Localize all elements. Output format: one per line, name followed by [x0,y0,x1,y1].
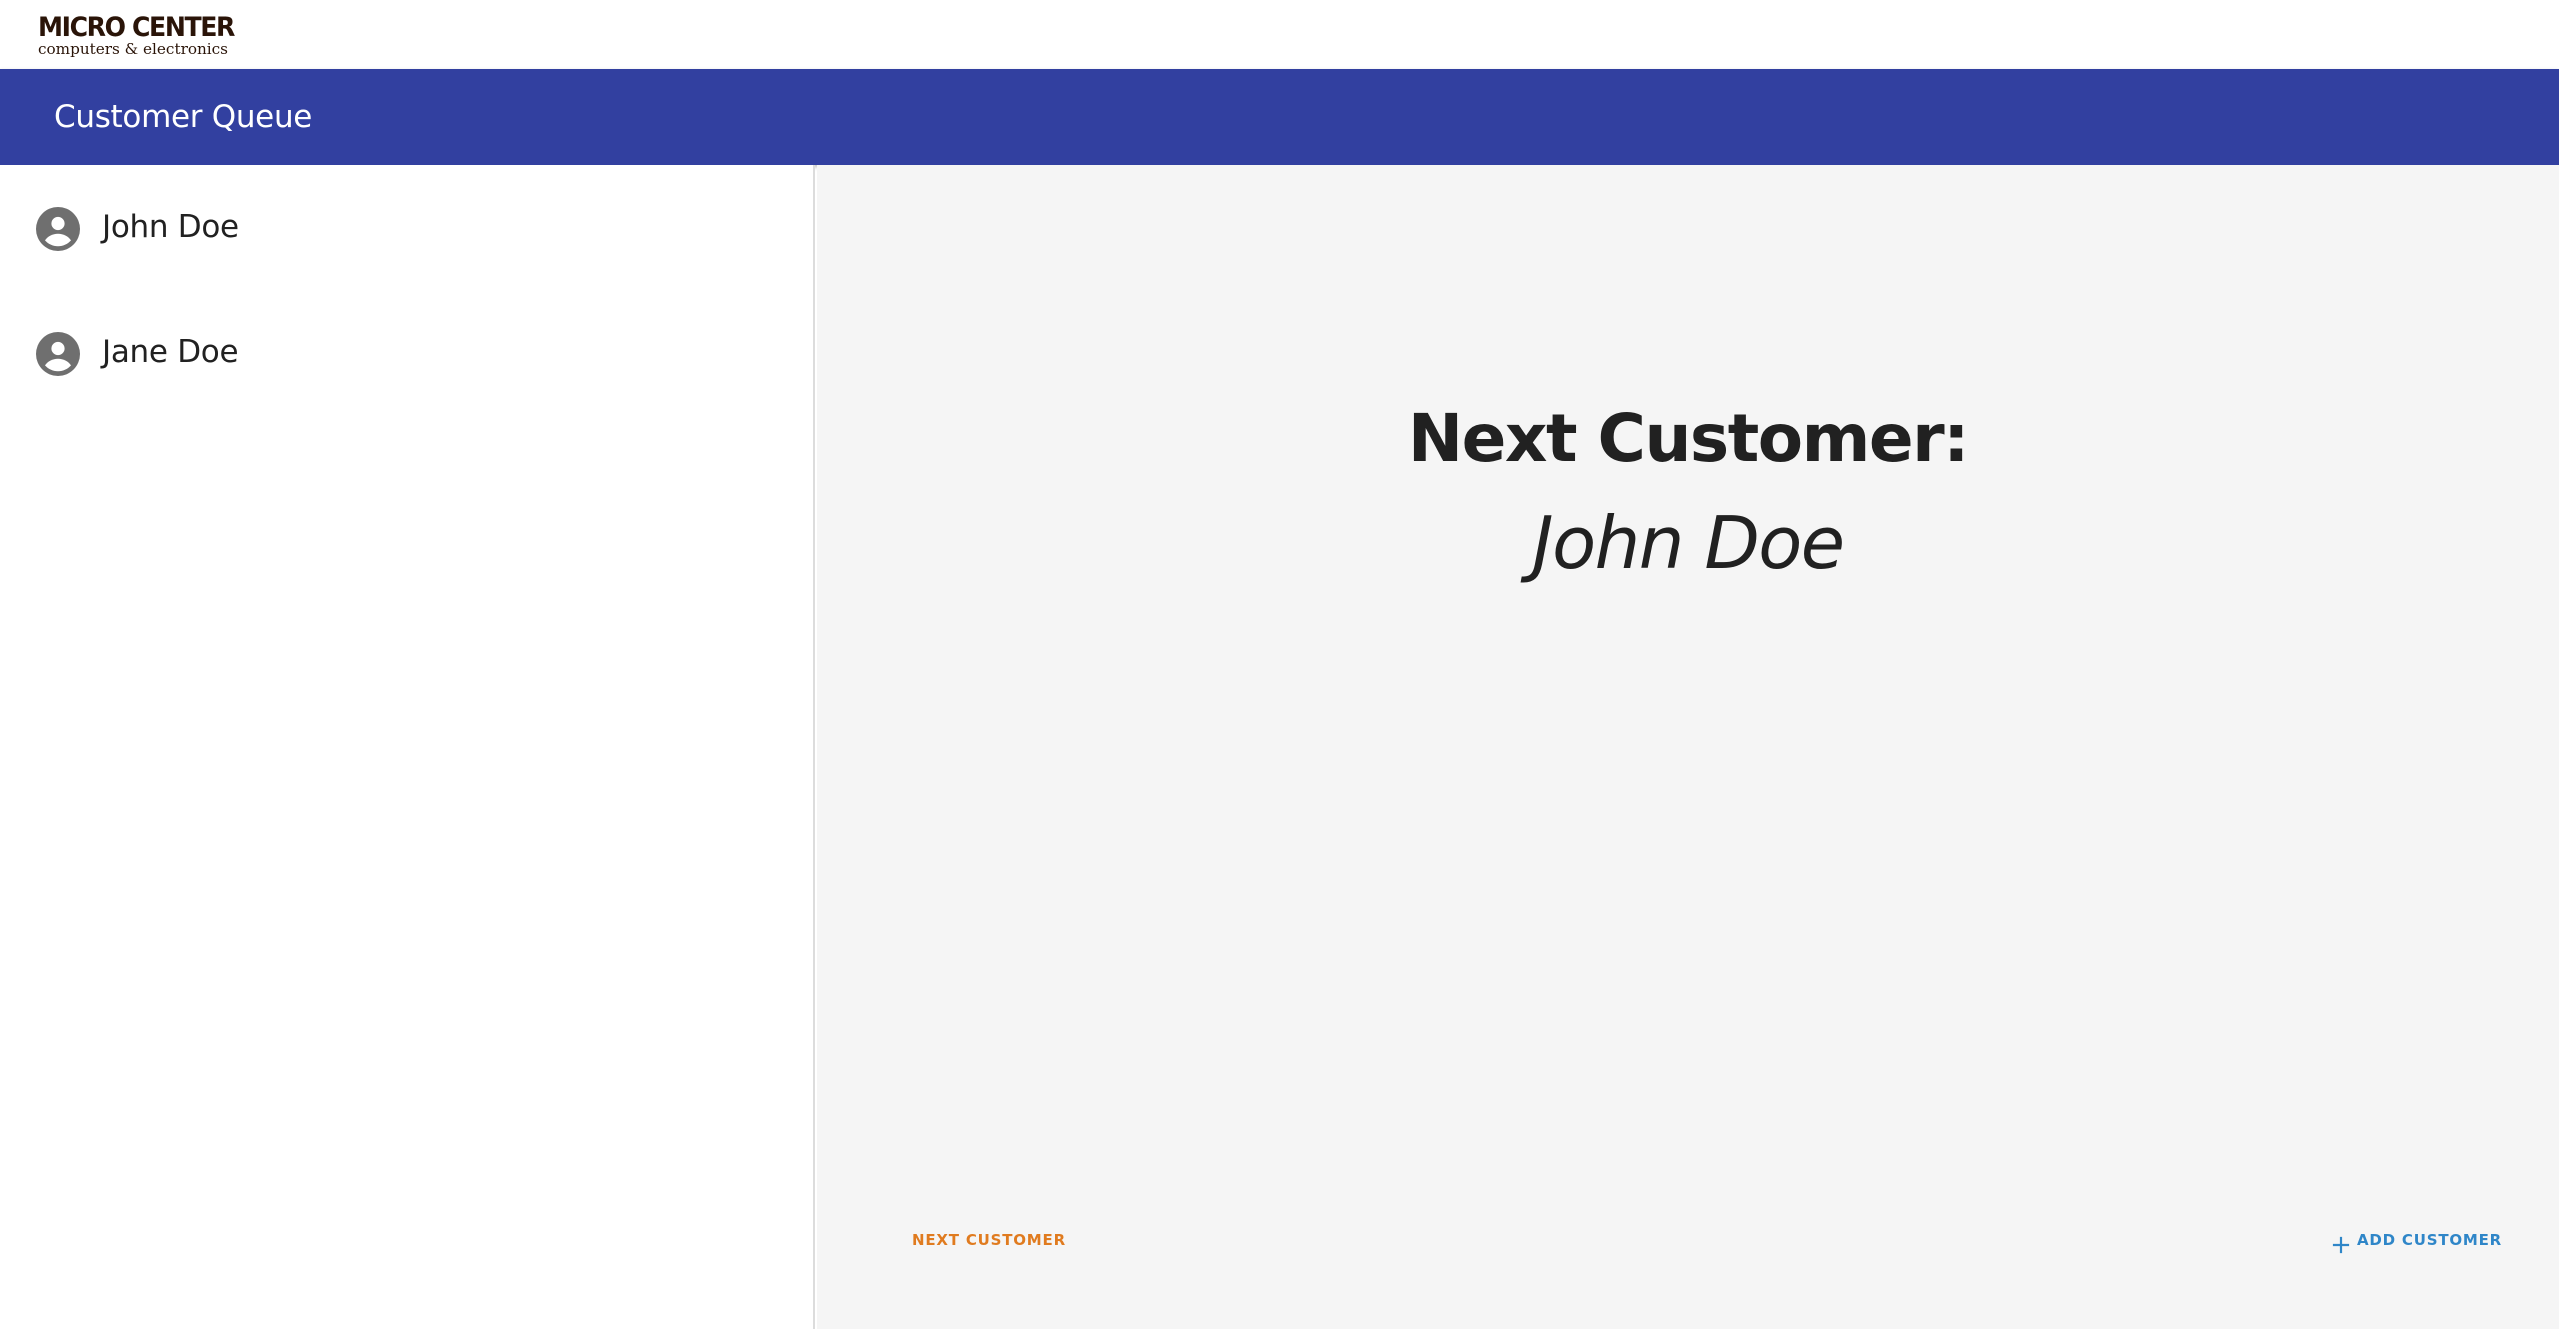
customer-name: John Doe [102,209,239,245]
account-circle-icon [36,207,80,251]
next-customer-panel: Next Customer: John Doe NEXT CUSTOMER AD… [817,165,2559,1329]
svg-text:computers & electronics: computers & electronics [38,40,228,58]
customer-name: Jane Doe [102,334,239,370]
top-bar: MICRO CENTER computers & electronics [0,0,2559,69]
app-bar: Customer Queue [0,69,2559,165]
plus-icon [2332,1231,2350,1254]
customer-queue-list: John Doe Jane Doe [0,165,815,1329]
add-customer-button[interactable]: ADD CUSTOMER [2324,1222,2510,1258]
account-circle-icon [36,332,80,376]
page-title: Customer Queue [54,99,313,135]
list-item[interactable]: John Doe [0,165,813,290]
add-customer-label: ADD CUSTOMER [2357,1231,2503,1249]
next-customer-button[interactable]: NEXT CUSTOMER [904,1222,1074,1258]
svg-text:MICRO CENTER: MICRO CENTER [38,12,236,43]
list-item[interactable]: Jane Doe [0,290,813,415]
micro-center-logo[interactable]: MICRO CENTER computers & electronics [38,12,238,58]
next-customer-name: John Doe [1532,501,1845,585]
next-customer-heading: Next Customer: [1407,400,1970,477]
